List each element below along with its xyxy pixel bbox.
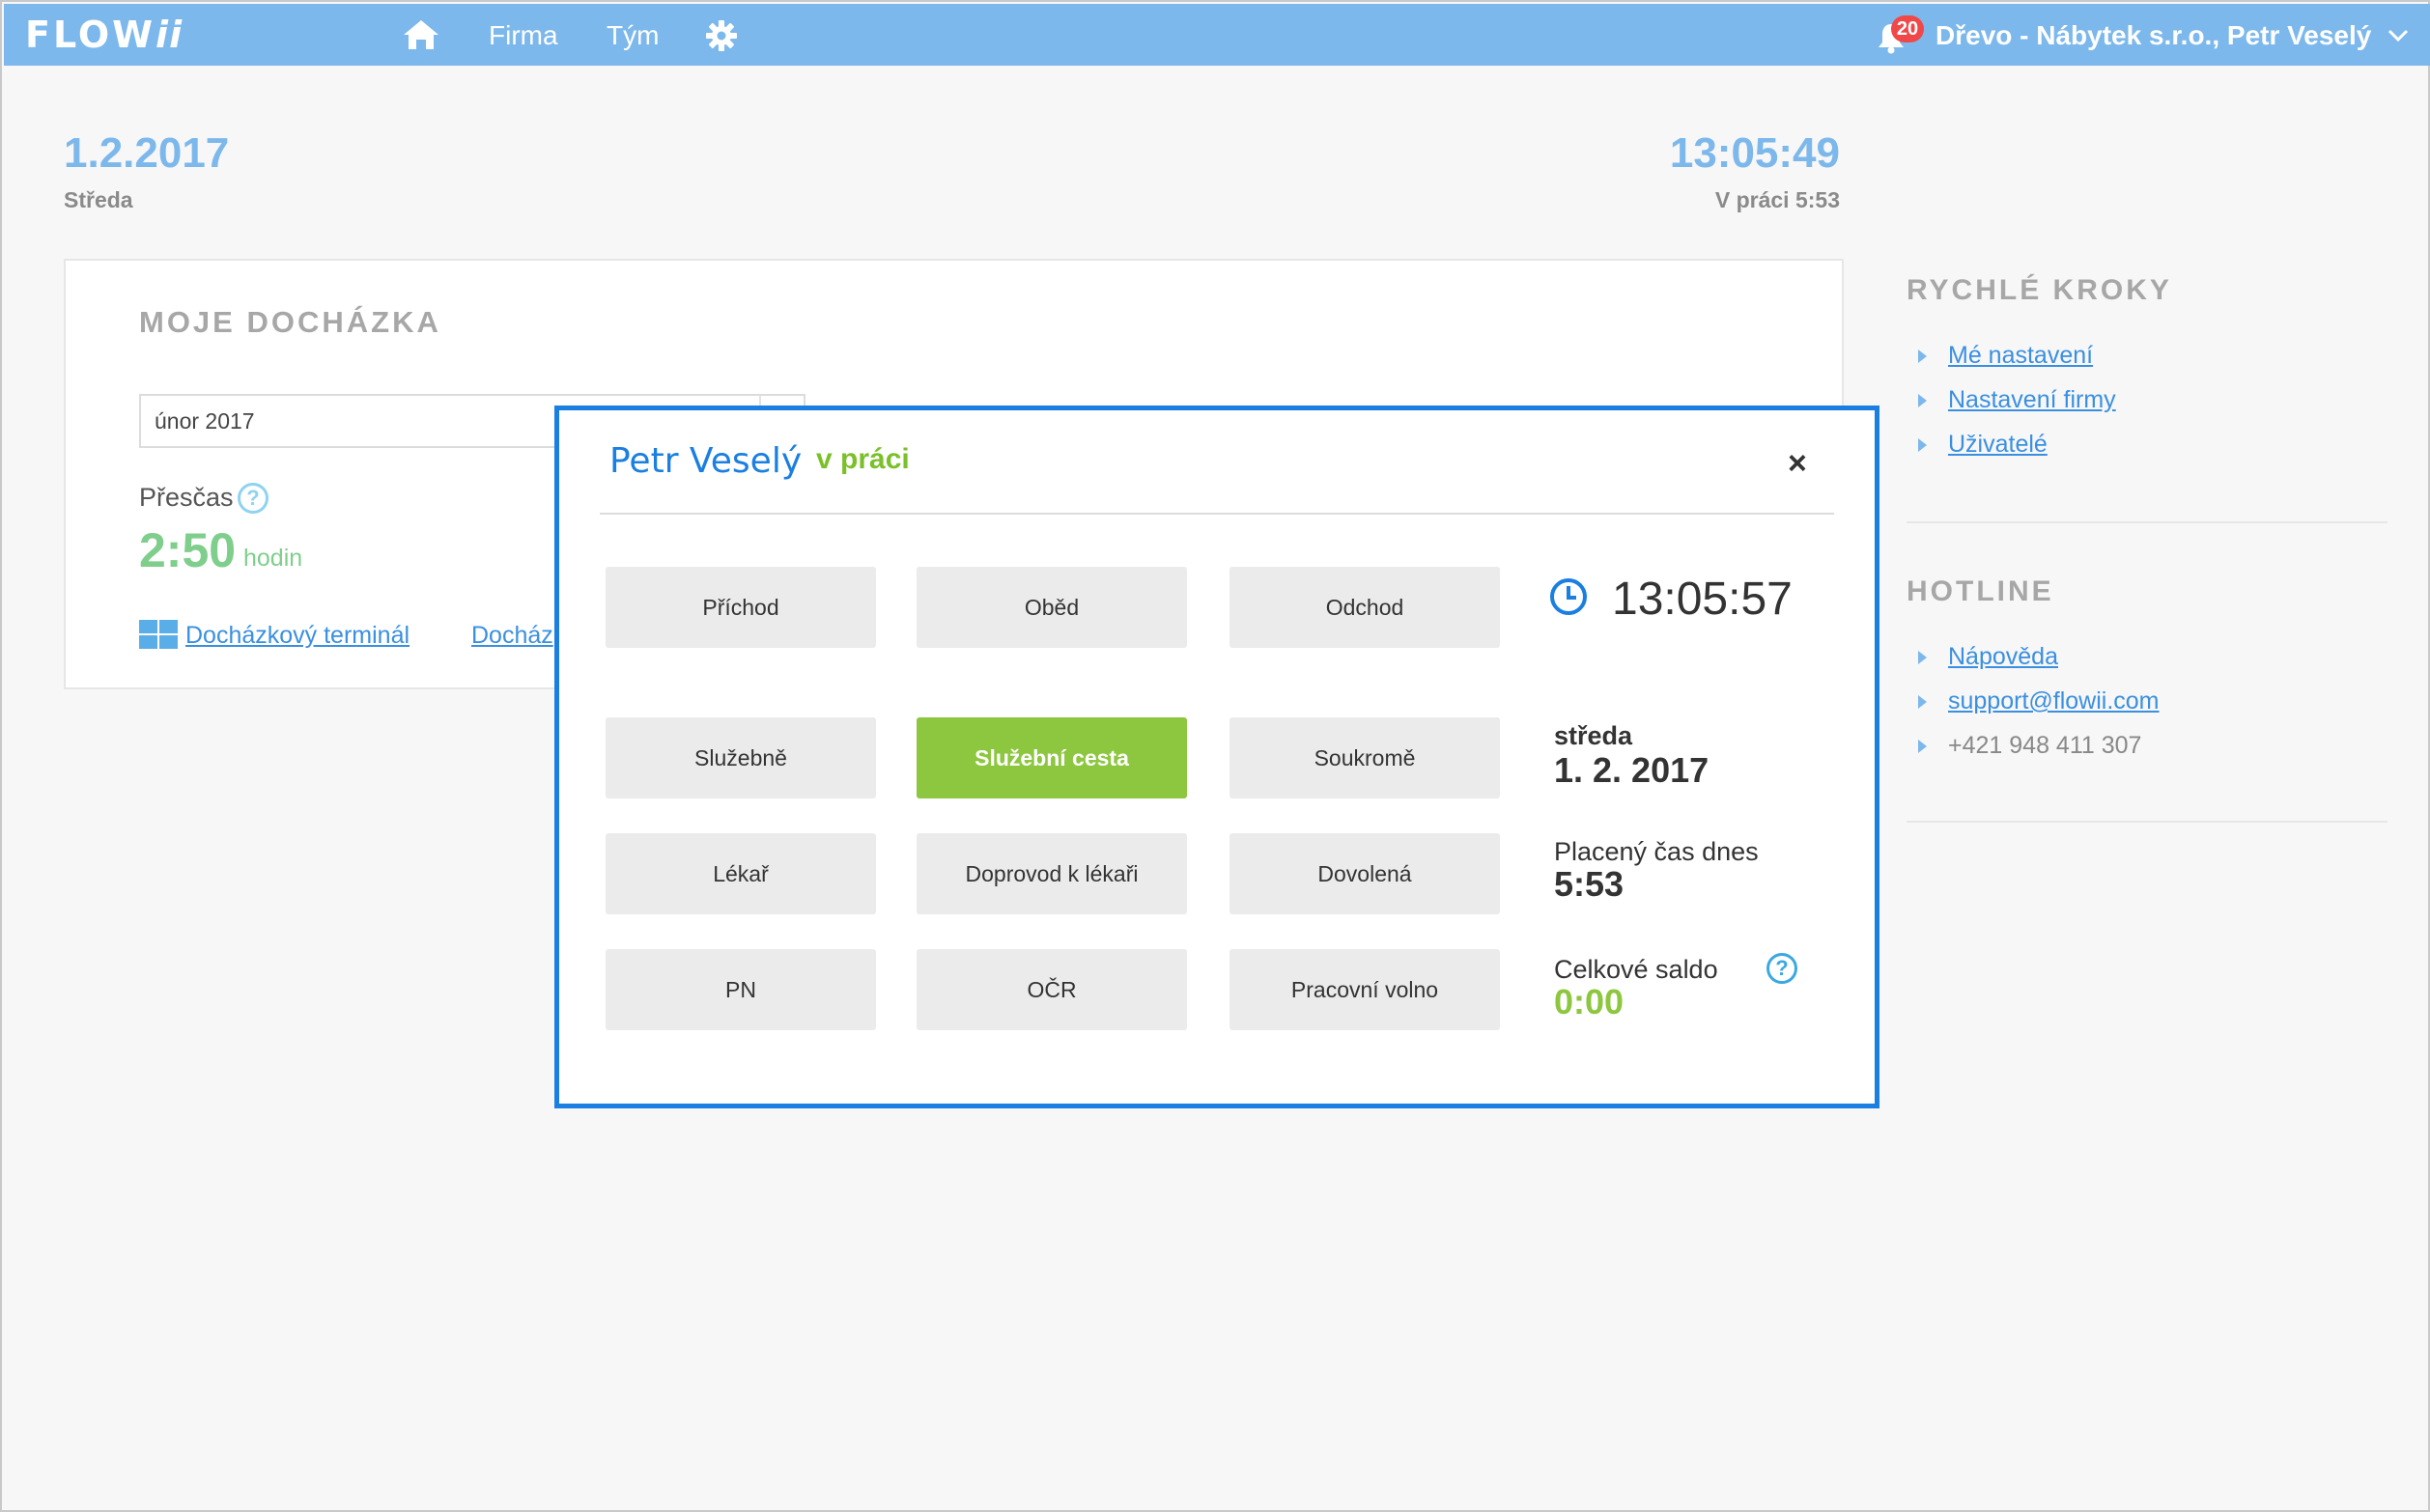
button-departure[interactable]: Odchod xyxy=(1229,567,1500,648)
arrow-right-icon xyxy=(1918,394,1927,408)
terminal-link[interactable]: Docházkový terminál xyxy=(185,622,410,650)
day-date: 1. 2. 2017 xyxy=(1554,750,1709,790)
balance-value: 0:00 xyxy=(1554,982,1625,1022)
sidebar-divider xyxy=(1907,821,2388,823)
attendance-modal: Petr Veselý v práci × Příchod Oběd Odcho… xyxy=(554,406,1879,1108)
overtime-value: 2:50 xyxy=(139,523,237,577)
company-user-menu[interactable]: Dřevo - Nábytek s.r.o., Petr Veselý xyxy=(1936,19,2371,52)
button-arrival[interactable]: Příchod xyxy=(606,567,876,648)
month-select-value: únor 2017 xyxy=(155,408,255,434)
button-private[interactable]: Soukromě xyxy=(1229,717,1500,798)
modal-clock: 13:05:57 xyxy=(1612,574,1793,625)
button-business[interactable]: Služebně xyxy=(606,717,876,798)
hotline-item-label[interactable]: support@flowii.com xyxy=(1948,687,2160,714)
at-work-duration: V práci 5:53 xyxy=(1714,187,1840,212)
logo-main: FLOW xyxy=(25,14,156,56)
quick-item-users[interactable]: Uživatelé xyxy=(1918,431,2048,459)
nav-firma[interactable]: Firma xyxy=(489,19,558,52)
arrow-right-icon xyxy=(1918,651,1927,665)
modal-user-name: Petr Veselý xyxy=(609,441,803,481)
quick-item-my-settings[interactable]: Mé nastavení xyxy=(1918,342,2093,370)
button-doctor[interactable]: Lékař xyxy=(606,833,876,914)
arrow-right-icon xyxy=(1918,438,1927,453)
hotline-title: HOTLINE xyxy=(1907,575,2054,607)
hotline-item-label: +421 948 411 307 xyxy=(1948,732,2142,759)
quick-item-label[interactable]: Nastavení firmy xyxy=(1948,386,2116,413)
notification-badge[interactable]: 20 xyxy=(1891,15,1924,42)
attendance-title: MOJE DOCHÁZKA xyxy=(139,305,441,339)
clock-icon xyxy=(1550,578,1587,615)
current-date: 1.2.2017 xyxy=(64,129,230,177)
close-icon[interactable]: × xyxy=(1788,447,1807,480)
home-icon[interactable] xyxy=(400,17,442,52)
chevron-down-icon[interactable] xyxy=(2388,29,2409,42)
sidebar-divider xyxy=(1907,521,2388,523)
hotline-item-email[interactable]: support@flowii.com xyxy=(1918,687,2160,715)
button-day-off[interactable]: Pracovní volno xyxy=(1229,949,1500,1030)
hotline-item-phone: +421 948 411 307 xyxy=(1918,732,2141,760)
current-weekday: Středa xyxy=(64,187,133,212)
day-name: středa xyxy=(1554,721,1633,750)
paid-time-value: 5:53 xyxy=(1554,864,1625,904)
attendance-link[interactable]: Docház xyxy=(471,622,553,650)
logo-suffix: ii xyxy=(155,14,184,56)
windows-icon xyxy=(139,620,178,649)
button-business-trip[interactable]: Služební cesta xyxy=(917,717,1187,798)
logo[interactable]: FLOWii xyxy=(25,15,183,54)
paid-time-label: Placený čas dnes xyxy=(1554,837,1759,866)
button-lunch[interactable]: Oběd xyxy=(917,567,1187,648)
overtime-label: Přesčas xyxy=(139,483,234,512)
quick-steps-title: RYCHLÉ KROKY xyxy=(1907,274,2172,306)
quick-item-company-settings[interactable]: Nastavení firmy xyxy=(1918,386,2116,414)
modal-divider xyxy=(600,513,1834,515)
hotline-item-help[interactable]: Nápověda xyxy=(1918,643,2058,671)
arrow-right-icon xyxy=(1918,350,1927,364)
app-frame: FLOWii Firma Tým 20 Dřevo - Nábytek s.r.… xyxy=(0,0,2430,1512)
modal-status: v práci xyxy=(816,443,910,475)
gear-icon[interactable] xyxy=(705,19,738,52)
arrow-right-icon xyxy=(1918,695,1927,710)
button-family-care[interactable]: OČR xyxy=(917,949,1187,1030)
nav-tym[interactable]: Tým xyxy=(607,19,659,52)
arrow-right-icon xyxy=(1918,740,1927,754)
quick-item-label[interactable]: Mé nastavení xyxy=(1948,342,2093,369)
button-vacation[interactable]: Dovolená xyxy=(1229,833,1500,914)
button-doctor-escort[interactable]: Doprovod k lékaři xyxy=(917,833,1187,914)
top-bar: FLOWii Firma Tým 20 Dřevo - Nábytek s.r.… xyxy=(4,4,2430,66)
help-icon[interactable]: ? xyxy=(238,483,268,514)
quick-item-label[interactable]: Uživatelé xyxy=(1948,431,2048,458)
hotline-item-label[interactable]: Nápověda xyxy=(1948,643,2058,670)
current-time: 13:05:49 xyxy=(1669,129,1840,177)
balance-label: Celkové saldo xyxy=(1554,955,1718,984)
help-icon[interactable]: ? xyxy=(1766,953,1797,984)
button-sick-leave[interactable]: PN xyxy=(606,949,876,1030)
overtime-unit: hodin xyxy=(243,545,303,572)
